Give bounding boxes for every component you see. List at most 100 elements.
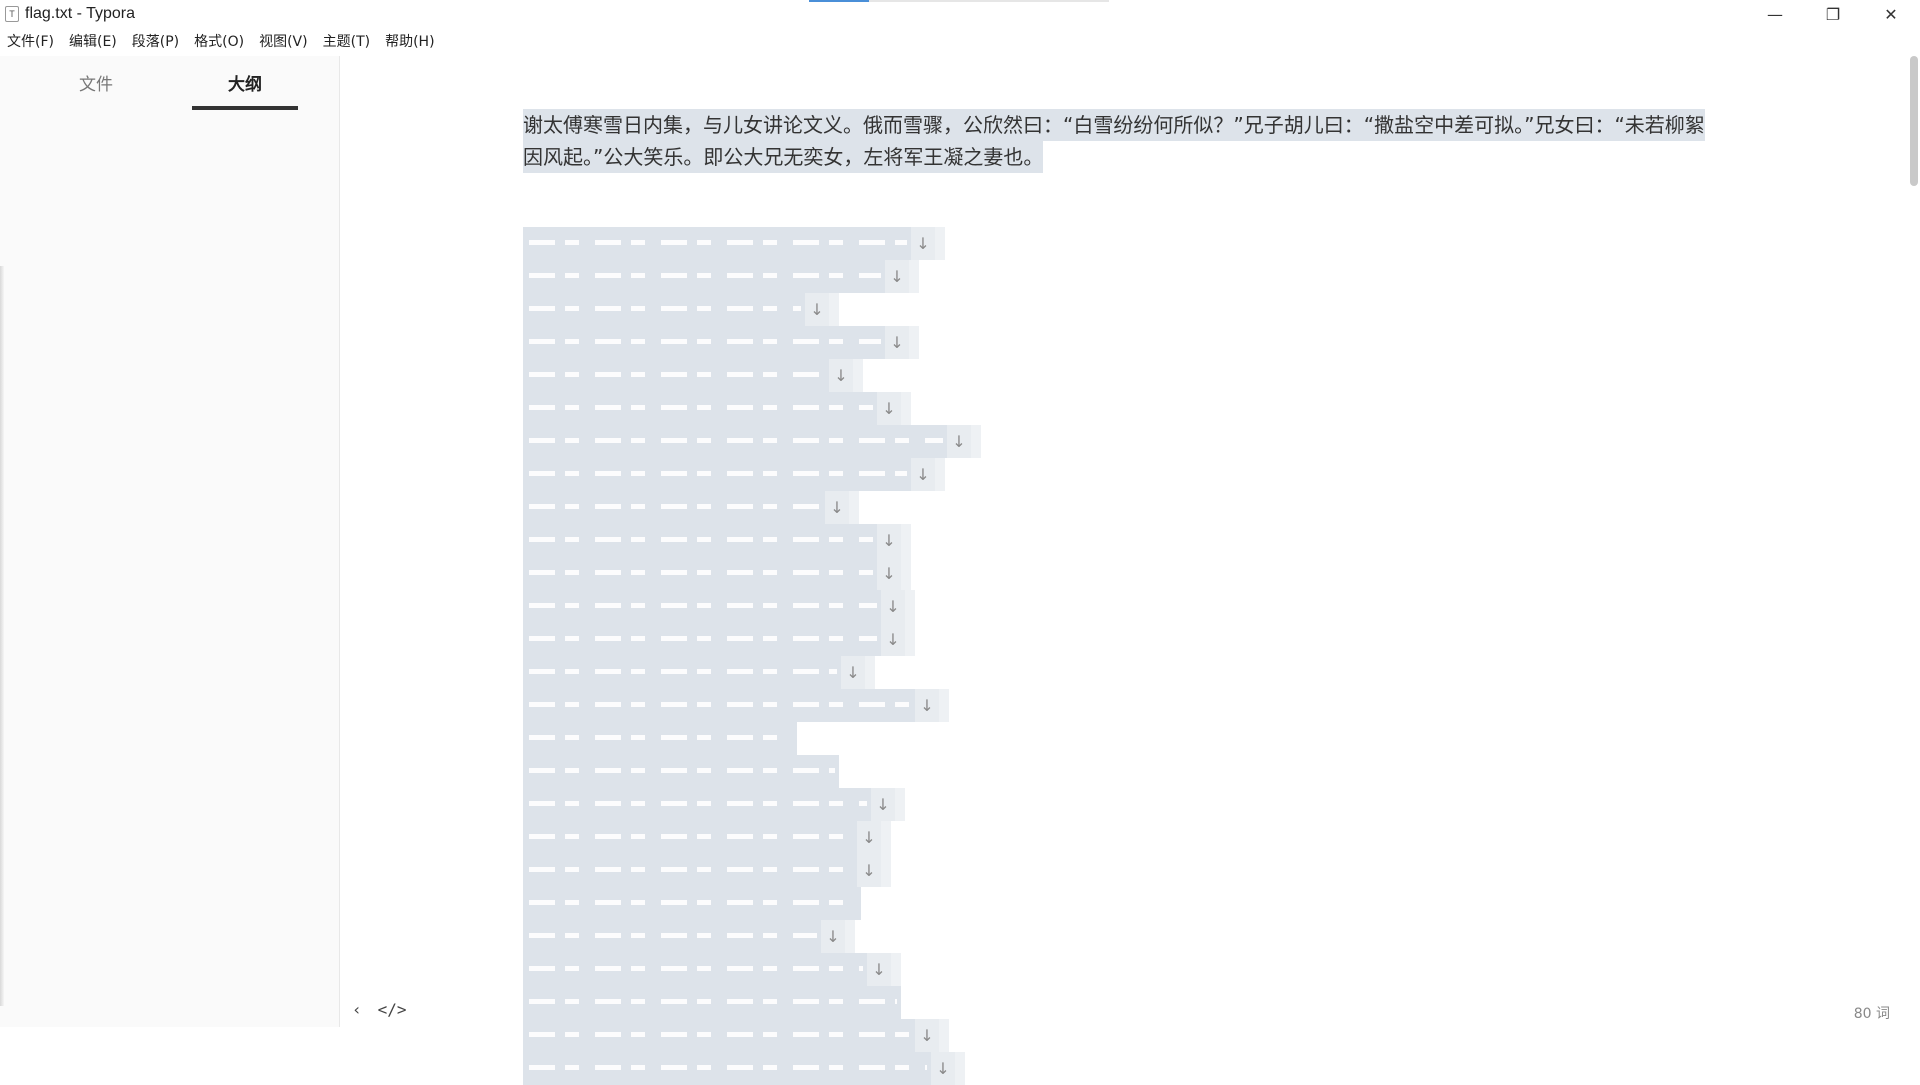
selected-whitespace <box>523 326 885 359</box>
maximize-button[interactable]: ❐ <box>1804 0 1862 28</box>
menu-format[interactable]: 格式(O) <box>187 28 252 56</box>
newline-marker-icon: ↓ <box>915 1019 939 1052</box>
whitespace-line[interactable]: ↓ <box>523 1052 981 1085</box>
selection-tail <box>905 623 915 656</box>
whitespace-line[interactable]: ↓ <box>523 1019 981 1052</box>
paragraph-line-2[interactable]: 因风起。”公大笑乐。即公大兄无奕女，左将军王凝之妻也。 <box>523 141 1723 173</box>
paragraph-line-1[interactable]: 谢太傅寒雪日内集，与儿女讲论文义。俄而雪骤，公欣然曰：“白雪纷纷何所似？”兄子胡… <box>523 109 1723 141</box>
selected-text[interactable]: 因风起。”公大笑乐。即公大兄无奕女，左将军王凝之妻也。 <box>523 141 1044 173</box>
newline-marker-icon: ↓ <box>829 359 853 392</box>
selection-tail <box>935 458 945 491</box>
close-button[interactable]: ✕ <box>1862 0 1920 28</box>
newline-marker-icon: ↓ <box>885 326 909 359</box>
selection-tail <box>939 689 949 722</box>
tab-outline[interactable]: 大纲 <box>192 70 298 110</box>
whitespace-dashes <box>529 339 881 344</box>
selected-whitespace <box>523 656 841 689</box>
whitespace-line[interactable] <box>523 887 981 920</box>
whitespace-line[interactable]: ↓ <box>523 689 981 722</box>
whitespace-line[interactable]: ↓ <box>523 392 981 425</box>
whitespace-line[interactable] <box>523 755 981 788</box>
whitespace-dashes <box>529 273 881 278</box>
window-title: flag.txt - Typora <box>25 5 135 22</box>
whitespace-line[interactable]: ↓ <box>523 821 981 854</box>
whitespace-dashes <box>529 570 873 575</box>
minimize-button[interactable]: — <box>1746 0 1804 28</box>
tab-files[interactable]: 文件 <box>43 70 149 110</box>
whitespace-dashes <box>529 537 873 542</box>
document-content[interactable]: 谢太傅寒雪日内集，与儿女讲论文义。俄而雪骤，公欣然曰：“白雪纷纷何所似？”兄子胡… <box>523 109 1723 173</box>
whitespace-line[interactable]: ↓ <box>523 293 981 326</box>
menu-view[interactable]: 视图(V) <box>252 28 316 56</box>
selection-tail <box>901 524 911 557</box>
source-code-mode-icon[interactable]: </> <box>378 1000 407 1019</box>
whitespace-line[interactable]: ↓ <box>523 920 981 953</box>
selection-tail <box>865 656 875 689</box>
selected-whitespace <box>523 590 881 623</box>
whitespace-dashes <box>529 438 943 443</box>
whitespace-line[interactable]: ↓ <box>523 425 981 458</box>
selected-whitespace <box>523 458 911 491</box>
whitespace-line[interactable]: ↓ <box>523 788 981 821</box>
whitespace-dashes <box>529 306 801 311</box>
selection-tail <box>853 359 863 392</box>
whitespace-dashes <box>529 636 877 641</box>
menu-help[interactable]: 帮助(H) <box>378 28 442 56</box>
whitespace-line[interactable] <box>523 986 981 1019</box>
menu-theme[interactable]: 主题(T) <box>316 28 378 56</box>
selection-tail <box>845 920 855 953</box>
whitespace-line[interactable]: ↓ <box>523 260 981 293</box>
selected-whitespace <box>523 755 839 788</box>
newline-marker-icon: ↓ <box>947 425 971 458</box>
menu-file[interactable]: 文件(F) <box>0 28 62 56</box>
whitespace-line[interactable]: ↓ <box>523 227 981 260</box>
whitespace-line[interactable]: ↓ <box>523 557 981 590</box>
whitespace-line[interactable]: ↓ <box>523 491 981 524</box>
newline-marker-icon: ↓ <box>821 920 845 953</box>
selection-tail <box>909 260 919 293</box>
whitespace-line[interactable]: ↓ <box>523 326 981 359</box>
selected-whitespace <box>523 920 821 953</box>
whitespace-dashes <box>529 669 837 674</box>
scrollbar-thumb[interactable] <box>1910 56 1918 186</box>
whitespace-line[interactable]: ↓ <box>523 656 981 689</box>
selected-whitespace <box>523 227 911 260</box>
whitespace-lines[interactable]: ↓ ↓ ↓ ↓ ↓ ↓ ↓ ↓ ↓ ↓ ↓ ↓ ↓ ↓ ↓ ↓ ↓ ↓ ↓ ↓ ↓ ↓ <box>523 227 981 1085</box>
toggle-sidebar-icon[interactable]: ‹ <box>352 1000 362 1019</box>
menu-paragraph[interactable]: 段落(P) <box>125 28 187 56</box>
load-progress-bar <box>809 0 1109 2</box>
whitespace-line[interactable]: ↓ <box>523 953 981 986</box>
menu-edit[interactable]: 编辑(E) <box>62 28 125 56</box>
selected-text[interactable]: 谢太傅寒雪日内集，与儿女讲论文义。俄而雪骤，公欣然曰：“白雪纷纷何所似？”兄子胡… <box>523 109 1705 141</box>
selected-whitespace <box>523 722 797 755</box>
window-controls: — ❐ ✕ <box>1746 0 1920 28</box>
whitespace-line[interactable]: ↓ <box>523 524 981 557</box>
footer-controls: ‹ </> <box>352 1000 407 1019</box>
whitespace-dashes <box>529 735 793 740</box>
whitespace-dashes <box>529 471 907 476</box>
newline-marker-icon: ↓ <box>867 953 891 986</box>
whitespace-line[interactable]: ↓ <box>523 854 981 887</box>
newline-marker-icon: ↓ <box>871 788 895 821</box>
newline-marker-icon: ↓ <box>877 557 901 590</box>
whitespace-line[interactable]: ↓ <box>523 623 981 656</box>
selected-whitespace <box>523 821 857 854</box>
selected-whitespace <box>523 854 857 887</box>
editor-area[interactable]: 谢太傅寒雪日内集，与儿女讲论文义。俄而雪骤，公欣然曰：“白雪纷纷何所似？”兄子胡… <box>341 56 1920 1085</box>
selection-tail <box>955 1052 965 1085</box>
newline-marker-icon: ↓ <box>911 458 935 491</box>
whitespace-line[interactable]: ↓ <box>523 359 981 392</box>
selection-tail <box>901 557 911 590</box>
newline-marker-icon: ↓ <box>915 689 939 722</box>
whitespace-line[interactable]: ↓ <box>523 590 981 623</box>
selected-whitespace <box>523 623 881 656</box>
whitespace-dashes <box>529 966 863 971</box>
word-count[interactable]: 80 词 <box>1854 1003 1890 1023</box>
newline-marker-icon: ↓ <box>825 491 849 524</box>
whitespace-line[interactable]: ↓ <box>523 458 981 491</box>
vertical-scrollbar[interactable] <box>1908 56 1920 1027</box>
whitespace-dashes <box>529 900 857 905</box>
whitespace-line[interactable] <box>523 722 981 755</box>
whitespace-dashes <box>529 834 853 839</box>
active-tab-indicator <box>192 106 298 110</box>
